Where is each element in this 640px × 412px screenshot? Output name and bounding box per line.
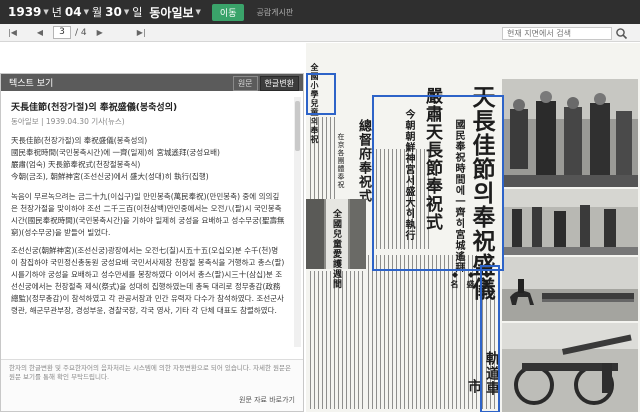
photo-soldiers [502, 189, 638, 255]
panel-title: 텍스트 보기 [9, 79, 54, 89]
day-select[interactable]: 30 ▼ 일 [105, 4, 145, 20]
article-paragraph: 녹음이 무르녹으려는 금二十九(이십구)일 만민봉축(萬民奉祝)(만민봉축) 중… [11, 192, 285, 237]
photo-cavalry [502, 257, 638, 321]
last-page-icon[interactable]: ▶| [137, 28, 146, 37]
conversion-notice: 한자의 한글변환 및 주요한자어의 음차처리는 시스템에 의한 자동변환으로 되… [9, 364, 291, 381]
korean-conversion-button[interactable]: 한글변환 [259, 76, 299, 91]
top-bar: 1939 ▼ 년 04 ▼ 월 30 ▼ 일 동아일보 ▼ 이동 공람게시판 [0, 0, 640, 24]
article-highlight[interactable] [480, 265, 500, 412]
search-icon[interactable] [615, 27, 628, 40]
article-content: 天長佳節(천장가절)의 奉祝盛儀(봉축성의) 동아일보 | 1939.04.30… [1, 91, 291, 351]
text-view-panel: 텍스트 보기 원문 한글변환 天長佳節(천장가절)의 奉祝盛儀(봉축성의) 동아… [0, 73, 304, 412]
subtitle-block: 天長佳節(천장가절)의 奉祝盛儀(봉축성의) 國民奉祝時間(국민봉축시간)에 一… [11, 135, 285, 183]
search-input[interactable] [502, 27, 612, 40]
text-column-block [368, 255, 478, 409]
scrollbar-thumb[interactable] [295, 101, 300, 151]
chevron-down-icon: ▼ [195, 8, 201, 16]
article-paragraph: 조선신궁(朝鮮神宮)(조선신궁)광장에서는 오전七(칠)시五十五(오십오)분 수… [11, 246, 285, 315]
side-headline-gov: 總督府奉祝式 [356, 119, 371, 203]
subtitle-line: 今朝(금조), 朝鮮神宮(조선신궁)에서 盛大(성대)히 執行(집행) [11, 172, 209, 181]
article-highlight[interactable] [306, 73, 336, 115]
first-page-icon[interactable]: |◀ [8, 28, 17, 37]
notice-board-link[interactable]: 공람게시판 [256, 7, 293, 18]
article-title: 天長佳節(천장가절)의 奉祝盛儀(봉축성의) [11, 103, 178, 113]
subtitle-line: 天長佳節(천장가절)의 奉祝盛儀(봉축성의) [11, 136, 148, 145]
year-select[interactable]: 1939 ▼ 년 [8, 4, 65, 20]
article-highlight[interactable] [372, 95, 504, 271]
article-body: 녹음이 무르녹으려는 금二十九(이십구)일 만민봉축(萬民奉祝)(만민봉축) 중… [11, 191, 285, 317]
newspaper-viewer[interactable]: 天長佳節의奉祝盛儀 嚴肅天長節奉祝式 國民奉祝時間에一齊히宮城遙拜 今朝朝鮮神宮… [306, 43, 640, 412]
prev-page-icon[interactable]: ◀ [37, 28, 43, 37]
page-navigation: |◀ ◀ 3 / 4 ▶ ▶| [0, 24, 640, 42]
newspaper-select[interactable]: 동아일보 ▼ [145, 4, 204, 21]
chevron-down-icon: ▼ [123, 8, 130, 16]
go-button[interactable]: 이동 [211, 3, 245, 21]
side-headline-groups: 在京各團體奉祝 [337, 133, 345, 189]
original-text-button[interactable]: 원문 [232, 76, 258, 91]
month-select[interactable]: 04 ▼ 월 [65, 4, 105, 20]
chevron-down-icon: ▼ [43, 8, 49, 16]
original-source-link[interactable]: 원문 자료 바로가기 [239, 396, 295, 405]
photo-artillery [502, 323, 638, 412]
subtitle-line: 國民奉祝時間(국민봉축시간)에 一齊(일제)히 宮城遙拜(궁성요배) [11, 148, 220, 157]
text-column-block [310, 271, 366, 409]
panel-footer: 한자의 한글변환 및 주요한자어의 음차처리는 시스템에 의한 자동변환으로 되… [1, 359, 303, 411]
panel-header: 텍스트 보기 원문 한글변환 [1, 74, 303, 91]
page-number-input[interactable]: 3 [53, 26, 72, 39]
banner-text: 全國兒童愛護週間 [331, 209, 341, 289]
small-heading: ◆名 [450, 269, 460, 289]
next-page-icon[interactable]: ▶ [97, 28, 103, 37]
small-heading: ◆盛 [466, 269, 476, 289]
panel-scrollbar[interactable] [294, 97, 301, 347]
subtitle-line: 嚴肅(엄숙) 天長節奉祝式(천장절봉축식) [11, 160, 141, 169]
chevron-down-icon: ▼ [83, 8, 90, 16]
photo-officials [502, 79, 638, 187]
article-meta: 동아일보 | 1939.04.30 기사(뉴스) [11, 117, 125, 126]
total-pages: / 4 [75, 27, 87, 38]
